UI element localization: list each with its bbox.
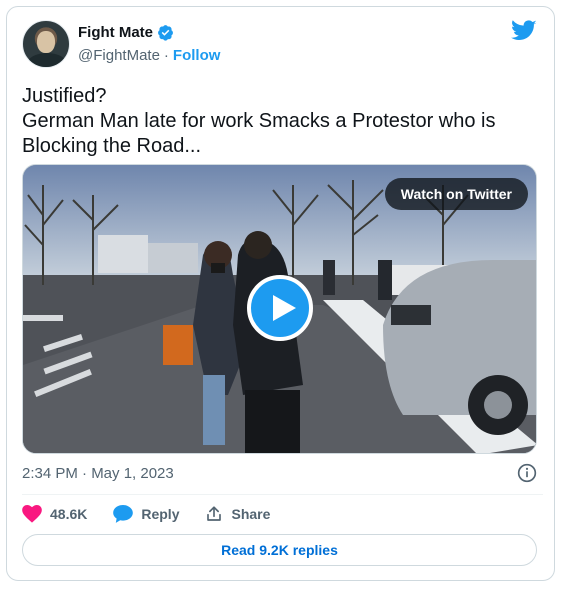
follow-button[interactable]: Follow — [173, 47, 221, 64]
like-button[interactable]: 48.6K — [22, 505, 87, 523]
share-label: Share — [231, 506, 271, 522]
reply-button[interactable]: Reply — [113, 505, 179, 523]
share-button[interactable]: Share — [205, 505, 270, 523]
info-icon[interactable] — [517, 463, 537, 483]
author-handle[interactable]: @FightMate — [78, 47, 160, 64]
verified-badge-icon — [158, 25, 173, 41]
read-replies-button[interactable]: Read 9.2K replies — [22, 534, 537, 566]
like-count: 48.6K — [50, 506, 88, 522]
tweet-actions: 48.6K Reply Share — [22, 503, 270, 525]
share-icon — [207, 506, 222, 521]
play-button[interactable] — [247, 275, 313, 341]
play-icon — [273, 295, 296, 321]
twitter-bird-icon[interactable] — [511, 20, 537, 42]
separator-dot: · — [163, 47, 169, 64]
avatar-face — [37, 31, 55, 53]
divider — [22, 494, 543, 495]
author-name-row: Fight Mate — [78, 24, 174, 41]
reply-label: Reply — [141, 506, 180, 522]
tweet-timestamp[interactable]: 2:34 PM · May 1, 2023 — [22, 465, 174, 482]
read-replies-label: Read 9.2K replies — [221, 542, 338, 558]
author-name[interactable]: Fight Mate — [78, 24, 153, 41]
heart-icon — [22, 505, 42, 523]
tweet-text-line-2: German Man late for work Smacks a Protes… — [22, 110, 496, 157]
tweet-text-line-1: Justified? — [22, 85, 107, 107]
avatar[interactable] — [22, 20, 70, 68]
author-handle-row: @FightMate · Follow — [78, 47, 220, 64]
avatar-shoulders — [27, 53, 67, 67]
reply-bubble-icon — [113, 505, 134, 523]
tweet-text: Justified? German Man late for work Smac… — [22, 84, 532, 159]
video-thumbnail[interactable]: Watch on Twitter — [22, 164, 537, 454]
watch-on-twitter-button[interactable]: Watch on Twitter — [384, 178, 528, 210]
